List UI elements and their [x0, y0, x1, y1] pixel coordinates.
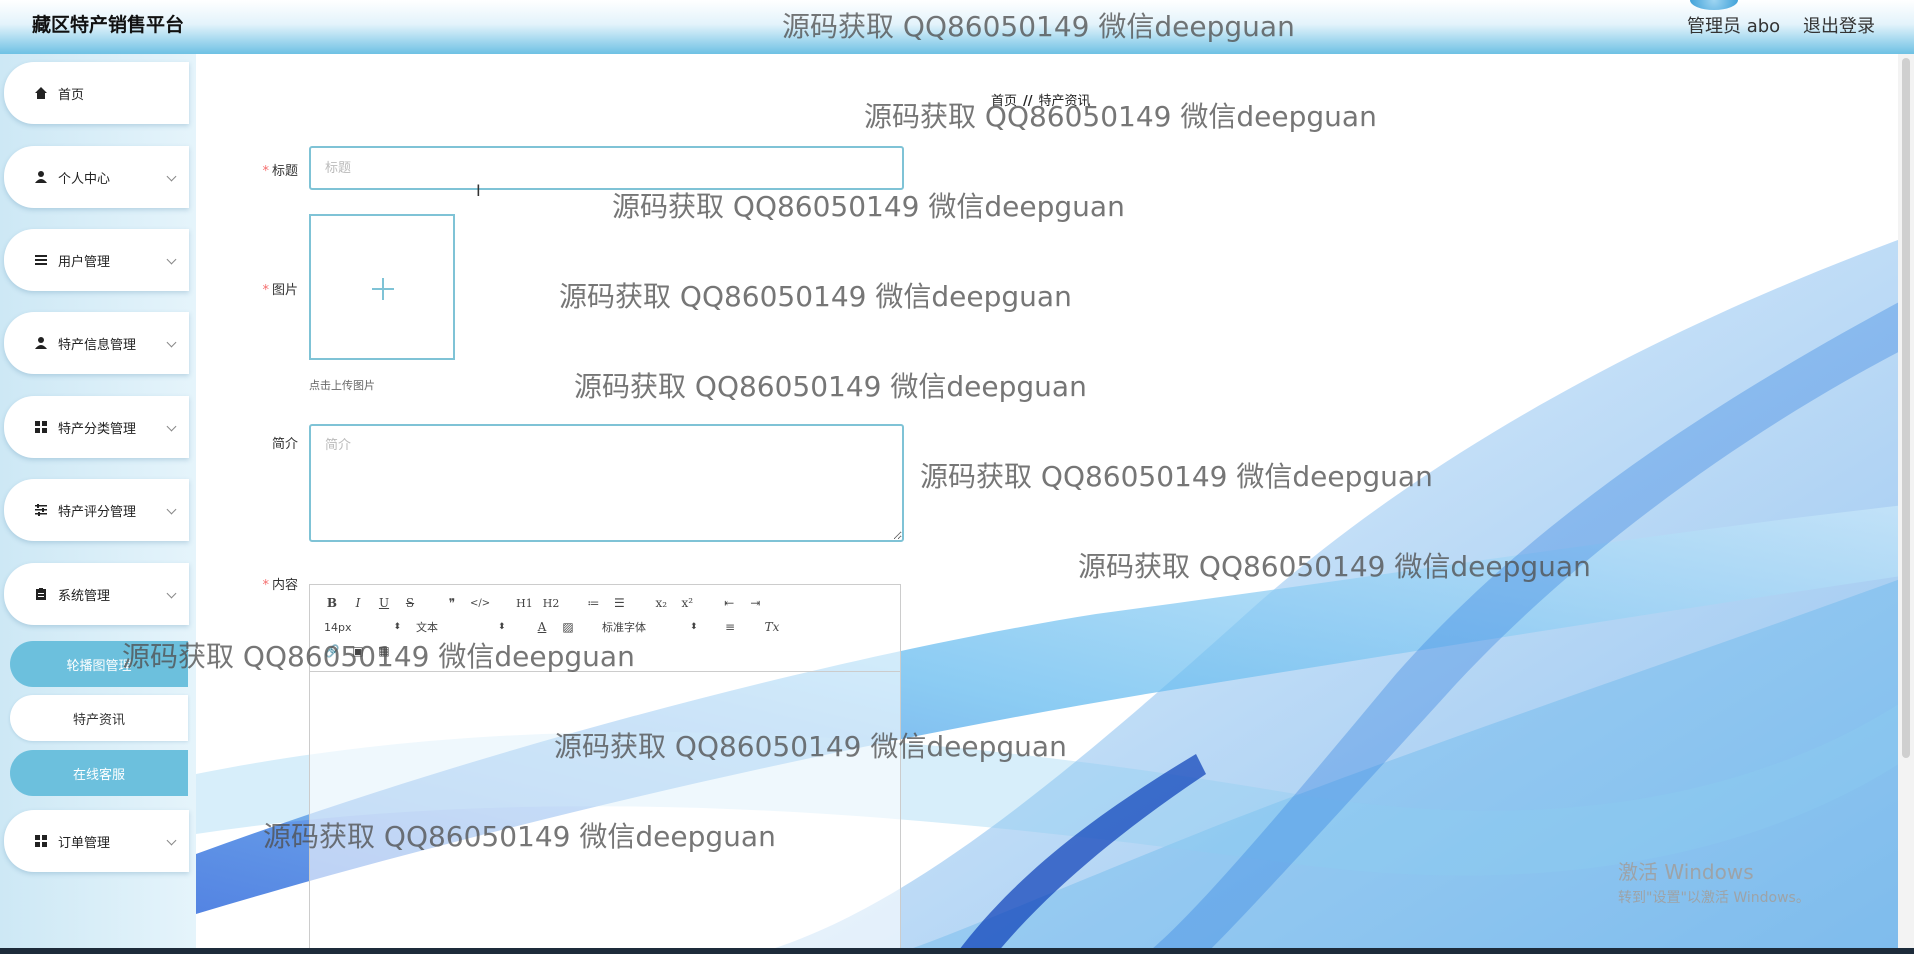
- rich-text-editor[interactable]: B I U S ❞ </> H1 H2 ≔ ☰ x₂ x² ⇤ ⇥ 14px ⬍ …: [309, 584, 901, 954]
- sliders-icon: [35, 504, 47, 516]
- grid-icon: [35, 421, 47, 433]
- breadcrumb: 首页 // 特产资讯: [991, 90, 1091, 109]
- user-icon: [35, 337, 47, 349]
- superscript-icon[interactable]: x²: [679, 596, 695, 610]
- list-icon: [35, 255, 47, 265]
- font-family-select[interactable]: 标准字体 ⬍: [602, 619, 722, 635]
- outdent-icon[interactable]: ⇤: [721, 596, 737, 610]
- editor-divider: [310, 671, 900, 672]
- ordered-list-icon[interactable]: ≔: [585, 596, 601, 610]
- align-icon[interactable]: ≡: [722, 620, 738, 634]
- main-content: 首页 // 特产资讯 *标题 *图片 点击上传图片 简介 *内容 B I U S ❞…: [196, 54, 1914, 954]
- italic-icon[interactable]: I: [350, 596, 366, 610]
- image-label: * 图片: [262, 283, 298, 298]
- activation-title: 激活 Windows: [1618, 860, 1754, 884]
- sidebar: 首页 个人中心 用户管理 特产信息管理 特产分类管理 特产评分管理 系统管理 轮…: [0, 54, 196, 954]
- clear-format-icon[interactable]: Tx: [764, 620, 780, 634]
- chevron-down-icon: [166, 254, 177, 265]
- background-color-icon[interactable]: ▨: [560, 620, 576, 634]
- heading1-icon[interactable]: H1: [516, 597, 533, 610]
- chevron-down-icon: [166, 588, 177, 599]
- image-icon[interactable]: ▣: [350, 644, 366, 658]
- summary-textarea[interactable]: [309, 424, 904, 542]
- title-input[interactable]: [309, 146, 904, 190]
- chevron-down-icon: [166, 421, 177, 432]
- chevron-down-icon: [166, 171, 177, 182]
- chevron-down-icon: [166, 337, 177, 348]
- chevron-down-icon: [166, 835, 177, 846]
- font-color-icon[interactable]: A: [534, 620, 550, 634]
- sidebar-item-product-rating[interactable]: 特产评分管理: [4, 479, 189, 541]
- sidebar-item-label: 特产评分管理: [58, 504, 137, 520]
- breadcrumb-separator: //: [1023, 94, 1033, 109]
- sidebar-item-product-info[interactable]: 特产信息管理: [4, 312, 189, 374]
- sidebar-item-label: 特产信息管理: [58, 337, 137, 353]
- admin-user-label: 管理员 abo: [1687, 16, 1781, 37]
- taskbar-edge: [0, 948, 1914, 954]
- editor-toolbar-row: 14px ⬍ 文本 ⬍ A ▨ 标准字体 ⬍ ≡ Tx: [324, 617, 790, 637]
- sidebar-item-system[interactable]: 系统管理: [4, 563, 189, 625]
- image-upload-button[interactable]: [309, 214, 455, 360]
- windows-activation-notice: 激活 Windows 转到"设置"以激活 Windows。: [1618, 856, 1810, 907]
- sidebar-item-orders[interactable]: 订单管理: [4, 810, 189, 872]
- text-style-select[interactable]: 文本 ⬍: [416, 619, 534, 635]
- grid-icon: [35, 835, 47, 847]
- user-icon: [35, 171, 47, 183]
- editor-toolbar-row: B I U S ❞ </> H1 H2 ≔ ☰ x₂ x² ⇤ ⇥: [324, 593, 773, 613]
- code-block-icon[interactable]: </>: [470, 598, 490, 609]
- video-icon[interactable]: ▦: [376, 644, 392, 658]
- heading2-icon[interactable]: H2: [543, 597, 560, 610]
- sidebar-item-label: 订单管理: [58, 835, 111, 851]
- logout-link[interactable]: 退出登录: [1803, 12, 1875, 38]
- app-title: 藏区特产销售平台: [32, 14, 185, 36]
- title-label: * 标题: [262, 164, 298, 179]
- strikethrough-icon[interactable]: S: [402, 596, 418, 610]
- sidebar-item-home[interactable]: 首页: [4, 62, 189, 124]
- page-scrollbar[interactable]: [1898, 54, 1914, 954]
- top-header: 藏区特产销售平台 管理员 abo 退出登录: [0, 0, 1914, 54]
- summary-label: 简介: [271, 437, 298, 452]
- underline-icon[interactable]: U: [376, 596, 392, 610]
- blockquote-icon[interactable]: ❞: [444, 596, 460, 610]
- home-icon: [35, 87, 47, 99]
- indent-icon[interactable]: ⇥: [747, 596, 763, 610]
- link-icon[interactable]: 🔗: [324, 644, 340, 658]
- breadcrumb-home[interactable]: 首页: [991, 94, 1017, 109]
- sidebar-subitem-carousel[interactable]: 轮播图管理: [10, 641, 188, 687]
- subscript-icon[interactable]: x₂: [653, 596, 669, 610]
- sidebar-item-users[interactable]: 用户管理: [4, 229, 189, 291]
- upload-hint: 点击上传图片: [309, 379, 375, 392]
- sidebar-item-label: 特产分类管理: [58, 421, 137, 437]
- clipboard-icon: [36, 588, 46, 600]
- bullet-list-icon[interactable]: ☰: [611, 596, 627, 610]
- sidebar-subitem-product-news[interactable]: 特产资讯: [10, 695, 188, 741]
- sidebar-item-label: 个人中心: [58, 171, 111, 187]
- decorative-blob: [1690, 0, 1738, 10]
- sidebar-item-label: 首页: [58, 87, 85, 103]
- editor-toolbar-row: 🔗 ▣ ▦: [324, 641, 402, 661]
- sidebar-item-label: 系统管理: [58, 588, 111, 604]
- sidebar-item-label: 用户管理: [58, 254, 111, 270]
- font-size-select[interactable]: 14px ⬍: [324, 621, 416, 634]
- sidebar-item-profile[interactable]: 个人中心: [4, 146, 189, 208]
- bold-icon[interactable]: B: [324, 596, 340, 610]
- breadcrumb-current: 特产资讯: [1038, 94, 1091, 109]
- scrollbar-thumb[interactable]: [1902, 58, 1910, 758]
- text-cursor-icon: I: [476, 181, 481, 200]
- sidebar-subitem-online-service[interactable]: 在线客服: [10, 750, 188, 796]
- content-label: * 内容: [262, 578, 298, 593]
- sidebar-item-product-category[interactable]: 特产分类管理: [4, 396, 189, 458]
- chevron-down-icon: [166, 504, 177, 515]
- activation-subtitle: 转到"设置"以激活 Windows。: [1618, 890, 1810, 906]
